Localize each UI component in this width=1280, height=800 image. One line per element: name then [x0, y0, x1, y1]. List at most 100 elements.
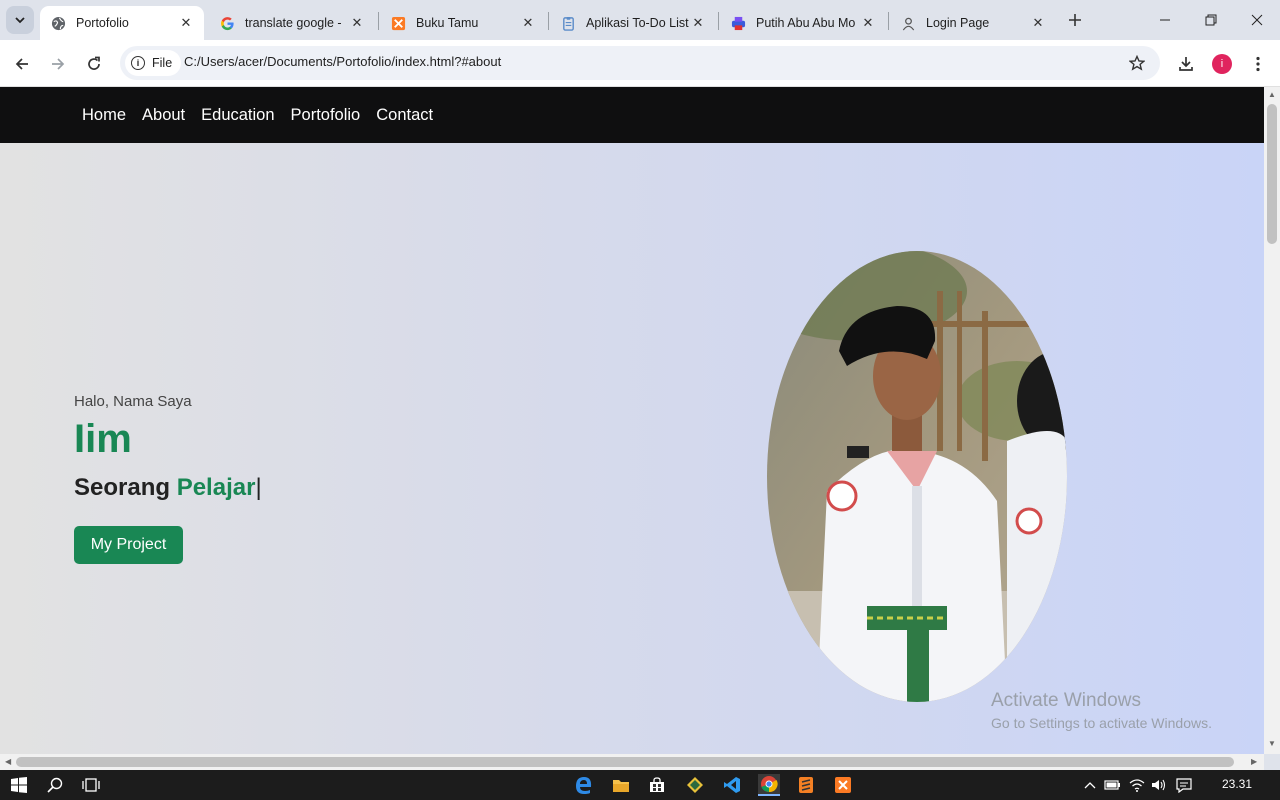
close-icon[interactable]: ✕: [690, 15, 706, 31]
minimize-icon: [1160, 19, 1170, 21]
taskbar-file-explorer[interactable]: [610, 774, 632, 796]
speaker-icon: [1152, 779, 1166, 791]
scroll-right-icon[interactable]: ▶: [1251, 757, 1257, 766]
nav-home-link[interactable]: Home: [82, 106, 126, 125]
address-bar[interactable]: i File C:/Users/acer/Documents/Portofoli…: [120, 46, 1160, 80]
tab-translate[interactable]: translate google - ✕: [209, 6, 375, 40]
close-icon[interactable]: ✕: [520, 15, 536, 31]
menu-button[interactable]: [1244, 50, 1272, 78]
tab-title: translate google -: [245, 16, 342, 30]
tab-title: Login Page: [926, 16, 990, 30]
tab-portofolio[interactable]: Portofolio ✕: [40, 6, 204, 40]
bookmark-button[interactable]: [1126, 52, 1148, 74]
info-icon: i: [131, 56, 145, 70]
my-project-button[interactable]: My Project: [74, 526, 183, 564]
horizontal-scroll-thumb[interactable]: [16, 757, 1234, 767]
tab-separator: [888, 12, 889, 30]
scroll-up-icon[interactable]: ▲: [1268, 90, 1276, 99]
search-button[interactable]: [44, 774, 66, 796]
taskbar-xampp[interactable]: [832, 774, 854, 796]
taskbar-sublime[interactable]: [795, 774, 817, 796]
page-viewport: Home About Education Portofolio Contact …: [0, 87, 1264, 754]
chevron-down-icon: [15, 17, 25, 24]
tab-login-page[interactable]: Login Page ✕: [890, 6, 1056, 40]
taskbar-chrome[interactable]: [758, 774, 780, 796]
tray-notifications[interactable]: [1173, 774, 1195, 796]
tray-volume[interactable]: [1148, 774, 1170, 796]
nav-about-link[interactable]: About: [142, 106, 185, 125]
arrow-left-icon: [15, 58, 28, 70]
url-text[interactable]: C:/Users/acer/Documents/Portofolio/index…: [184, 54, 501, 69]
back-button[interactable]: [8, 50, 36, 78]
tab-separator: [378, 12, 379, 30]
tab-title: Aplikasi To-Do List: [586, 16, 689, 30]
close-icon[interactable]: ✕: [860, 15, 876, 31]
notification-icon: [1176, 778, 1192, 793]
taskbar-store[interactable]: [646, 774, 668, 796]
new-tab-button[interactable]: [1064, 9, 1086, 31]
close-icon[interactable]: ✕: [349, 15, 365, 31]
hero-role: Seorang Pelajar|: [74, 474, 262, 502]
url-scheme-label: File: [152, 56, 173, 70]
arrow-right-icon: [52, 58, 65, 70]
nav-contact-link[interactable]: Contact: [376, 106, 433, 125]
activate-windows-subtitle: Go to Settings to activate Windows.: [991, 715, 1212, 731]
folder-icon: [613, 780, 629, 792]
close-window-button[interactable]: [1234, 0, 1280, 40]
horizontal-scrollbar[interactable]: ◀ ▶: [0, 754, 1264, 770]
scroll-left-icon[interactable]: ◀: [5, 757, 11, 766]
start-button[interactable]: [8, 774, 30, 796]
site-info-chip[interactable]: i File: [125, 50, 182, 76]
tab-title: Portofolio: [76, 16, 129, 30]
chevron-up-icon: [1084, 782, 1096, 789]
store-icon: [650, 777, 664, 792]
star-icon: [1129, 55, 1145, 71]
taskbar-clock[interactable]: 23.31: [1222, 777, 1252, 791]
taskbar-app[interactable]: [684, 774, 706, 796]
battery-icon: [1104, 780, 1120, 790]
browser-toolbar: i File C:/Users/acer/Documents/Portofoli…: [0, 40, 1280, 87]
forward-button[interactable]: [44, 50, 72, 78]
reload-button[interactable]: [80, 50, 108, 78]
profile-button[interactable]: i: [1208, 50, 1236, 78]
wifi-icon: [1129, 779, 1145, 792]
vertical-scroll-thumb[interactable]: [1267, 104, 1277, 244]
download-icon: [1179, 57, 1193, 71]
taskbar-edge[interactable]: [573, 774, 595, 796]
tab-strip: Portofolio ✕ translate google - ✕ Buku T…: [0, 0, 1280, 40]
tray-network[interactable]: [1126, 774, 1148, 796]
reload-icon: [88, 56, 100, 70]
tab-search-button[interactable]: [6, 6, 34, 34]
taskbar-vscode[interactable]: [721, 774, 743, 796]
windows-logo-icon: [11, 777, 27, 793]
tab-separator: [548, 12, 549, 30]
close-icon[interactable]: ✕: [178, 15, 194, 31]
tab-todo[interactable]: Aplikasi To-Do List ✕: [550, 6, 716, 40]
vertical-scrollbar[interactable]: ▲ ▼: [1264, 87, 1280, 754]
task-view-icon: [82, 778, 100, 792]
close-icon[interactable]: ✕: [1030, 15, 1046, 31]
activate-windows-title: Activate Windows: [991, 690, 1141, 711]
more-vertical-icon: [1256, 56, 1260, 72]
tab-putih-abu[interactable]: Putih Abu Abu Mo ✕: [720, 6, 886, 40]
tab-buku-tamu[interactable]: Buku Tamu ✕: [380, 6, 546, 40]
minimize-button[interactable]: [1142, 0, 1188, 40]
tray-overflow-button[interactable]: [1079, 774, 1101, 796]
task-view-button[interactable]: [80, 774, 102, 796]
nav-portofolio-link[interactable]: Portofolio: [291, 106, 361, 125]
tray-battery[interactable]: [1101, 774, 1123, 796]
printer-icon: [730, 15, 746, 31]
windows-taskbar: 23.31: [0, 770, 1280, 800]
typing-caret: |: [255, 474, 262, 501]
restore-button[interactable]: [1188, 0, 1234, 40]
site-navbar: Home About Education Portofolio Contact: [0, 87, 1264, 143]
google-icon: [219, 15, 235, 31]
vscode-icon: [724, 777, 740, 793]
tab-title: Buku Tamu: [416, 16, 479, 30]
hero-greeting: Halo, Nama Saya: [74, 393, 192, 410]
scroll-down-icon[interactable]: ▼: [1268, 739, 1276, 748]
downloads-button[interactable]: [1172, 50, 1200, 78]
xampp-icon: [390, 15, 406, 31]
restore-icon: [1205, 14, 1217, 26]
nav-education-link[interactable]: Education: [201, 106, 274, 125]
